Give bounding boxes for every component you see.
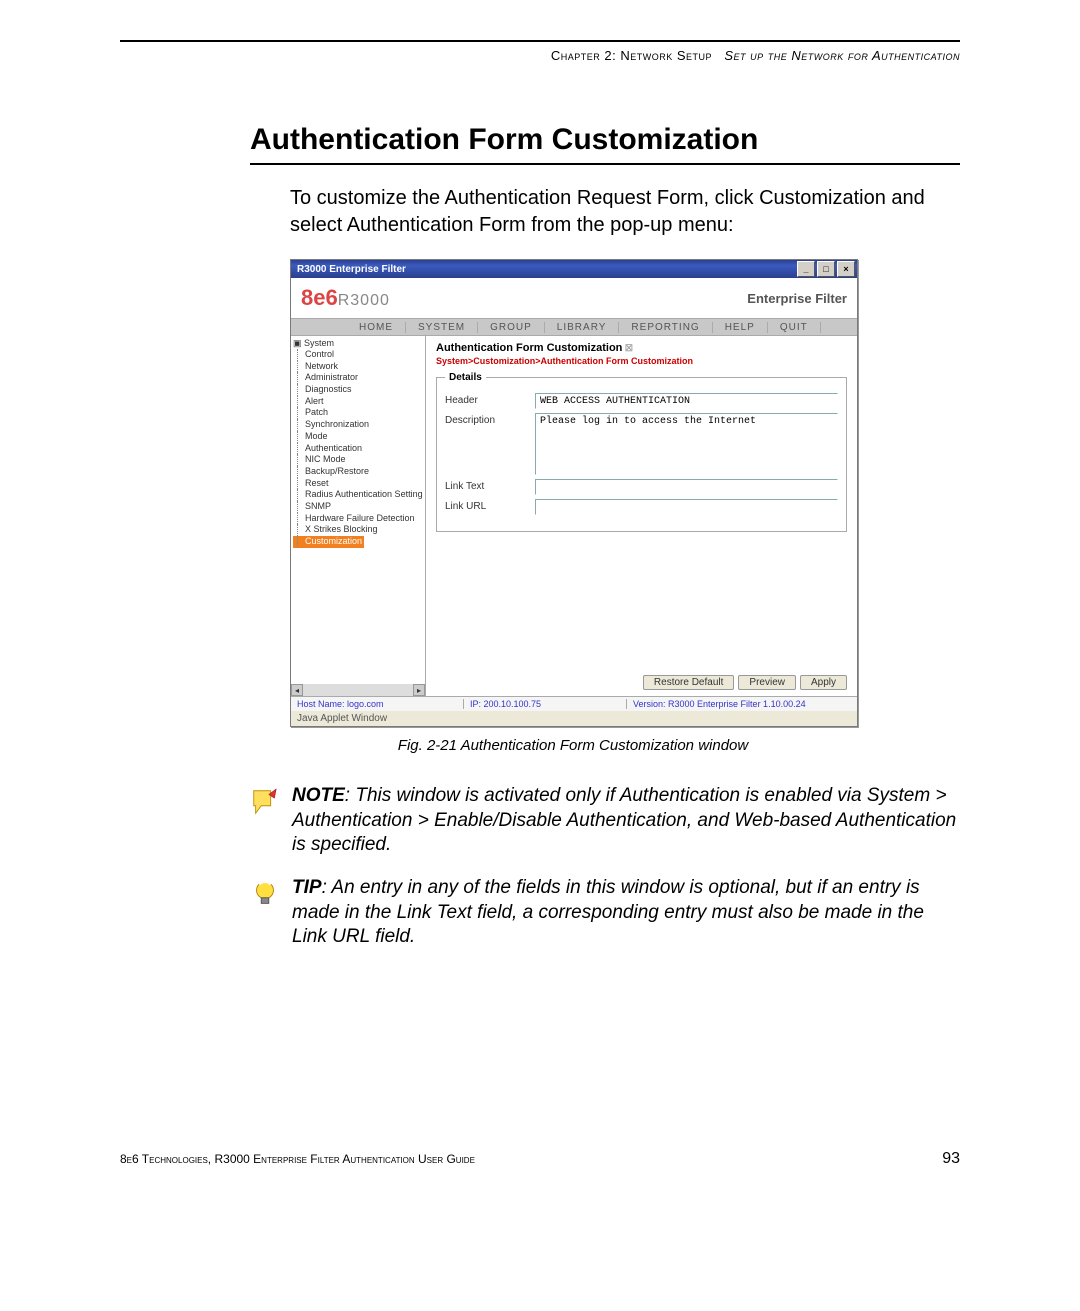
preview-button[interactable]: Preview xyxy=(738,675,796,690)
logo: 8e6R3000 xyxy=(301,285,390,311)
tree-item-selected[interactable]: Customization xyxy=(293,536,364,548)
restore-default-button[interactable]: Restore Default xyxy=(643,675,734,690)
tab-group[interactable]: GROUP xyxy=(478,322,545,333)
tree-item[interactable]: Control xyxy=(293,349,423,361)
tip-icon xyxy=(250,879,280,909)
minimize-button[interactable]: _ xyxy=(797,261,815,277)
section-title: Authentication Form Customization xyxy=(250,123,960,157)
tree-item[interactable]: Mode xyxy=(293,431,423,443)
note-callout: NOTE: This window is activated only if A… xyxy=(250,784,960,858)
fieldset-legend: Details xyxy=(445,372,486,383)
tree-item[interactable]: Authentication xyxy=(293,443,423,455)
scroll-left-icon[interactable]: ◂ xyxy=(291,684,303,696)
tree-scrollbar[interactable]: ◂▸ xyxy=(291,684,425,696)
note-icon xyxy=(250,787,280,817)
figure-caption: Fig. 2-21 Authentication Form Customizat… xyxy=(290,737,856,754)
status-bar: Host Name: logo.com IP: 200.10.100.75 Ve… xyxy=(291,696,857,711)
tab-library[interactable]: LIBRARY xyxy=(545,322,620,333)
scroll-right-icon[interactable]: ▸ xyxy=(413,684,425,696)
logo-left: 8e6 xyxy=(301,285,338,310)
status-ip: IP: 200.10.100.75 xyxy=(464,699,627,709)
content-panel: Authentication Form Customization System… xyxy=(426,336,857,696)
window-buttons: _ □ × xyxy=(797,261,855,277)
header-label: Header xyxy=(445,393,535,409)
header-rule xyxy=(120,40,960,42)
tree-item[interactable]: Diagnostics xyxy=(293,384,423,396)
app-window: R3000 Enterprise Filter _ □ × 8e6R3000 E… xyxy=(290,259,858,727)
note-text: NOTE: This window is activated only if A… xyxy=(292,784,960,858)
chapter-label: Chapter 2: Network Setup xyxy=(551,48,712,63)
tree-item[interactable]: Reset xyxy=(293,478,423,490)
tab-reporting[interactable]: REPORTING xyxy=(619,322,712,333)
link-url-input[interactable] xyxy=(535,499,838,515)
note-bold: NOTE xyxy=(292,785,345,806)
window-title: R3000 Enterprise Filter xyxy=(293,264,406,275)
tree-item[interactable]: Synchronization xyxy=(293,419,423,431)
logo-right: R3000 xyxy=(338,292,390,309)
link-url-label: Link URL xyxy=(445,499,535,515)
intro-paragraph: To customize the Authentication Request … xyxy=(290,185,960,239)
close-button[interactable]: × xyxy=(837,261,855,277)
note-body: : This window is activated only if Authe… xyxy=(292,785,956,855)
tree-item[interactable]: X Strikes Blocking xyxy=(293,524,423,536)
tab-quit[interactable]: QUIT xyxy=(768,322,821,333)
description-input[interactable]: Please log in to access the Internet xyxy=(535,413,838,475)
tree-item[interactable]: Patch xyxy=(293,407,423,419)
tip-body: : An entry in any of the fields in this … xyxy=(292,877,924,947)
titlebar: R3000 Enterprise Filter _ □ × xyxy=(291,260,857,278)
tab-bar: HOME SYSTEM GROUP LIBRARY REPORTING HELP… xyxy=(291,318,857,336)
tree-item[interactable]: Radius Authentication Setting xyxy=(293,489,423,501)
breadcrumb: System>Customization>Authentication Form… xyxy=(436,356,847,366)
section-label: Set up the Network for Authentication xyxy=(724,48,960,63)
main-area: System Control Network Administrator Dia… xyxy=(291,336,857,696)
tree-item[interactable]: SNMP xyxy=(293,501,423,513)
applet-label: Java Applet Window xyxy=(291,711,857,726)
branding-bar: 8e6R3000 Enterprise Filter xyxy=(291,278,857,318)
apply-button[interactable]: Apply xyxy=(800,675,847,690)
tree-item[interactable]: Network xyxy=(293,361,423,373)
tip-callout: TIP: An entry in any of the fields in th… xyxy=(250,876,960,950)
page-number: 93 xyxy=(942,1150,960,1168)
maximize-button[interactable]: □ xyxy=(817,261,835,277)
panel-title: Authentication Form Customization xyxy=(436,342,847,354)
tree-root[interactable]: System xyxy=(293,338,423,349)
description-label: Description xyxy=(445,413,535,475)
tab-system[interactable]: SYSTEM xyxy=(406,322,478,333)
tab-home[interactable]: HOME xyxy=(291,322,406,333)
tree-item[interactable]: Hardware Failure Detection xyxy=(293,513,423,525)
tree-item[interactable]: Administrator xyxy=(293,372,423,384)
link-text-input[interactable] xyxy=(535,479,838,495)
tab-help[interactable]: HELP xyxy=(713,322,768,333)
footer-text: 8e6 Technologies, R3000 Enterprise Filte… xyxy=(120,1152,475,1166)
tree-item[interactable]: Alert xyxy=(293,396,423,408)
status-version: Version: R3000 Enterprise Filter 1.10.00… xyxy=(627,699,857,709)
nav-tree: System Control Network Administrator Dia… xyxy=(291,336,426,696)
header-input[interactable] xyxy=(535,393,838,409)
link-text-label: Link Text xyxy=(445,479,535,495)
details-fieldset: Details Header Description Please log in… xyxy=(436,372,847,532)
running-header: Chapter 2: Network Setup Set up the Netw… xyxy=(120,48,960,63)
page: Chapter 2: Network Setup Set up the Netw… xyxy=(0,0,1080,1208)
status-host: Host Name: logo.com xyxy=(291,699,464,709)
button-row: Restore Default Preview Apply xyxy=(643,675,847,690)
tip-text: TIP: An entry in any of the fields in th… xyxy=(292,876,960,950)
brand-right: Enterprise Filter xyxy=(747,291,847,306)
footer: 8e6 Technologies, R3000 Enterprise Filte… xyxy=(120,1150,960,1168)
tip-bold: TIP xyxy=(292,877,322,898)
section-rule xyxy=(250,163,960,165)
tree-item[interactable]: Backup/Restore xyxy=(293,466,423,478)
tree-item[interactable]: NIC Mode xyxy=(293,454,423,466)
